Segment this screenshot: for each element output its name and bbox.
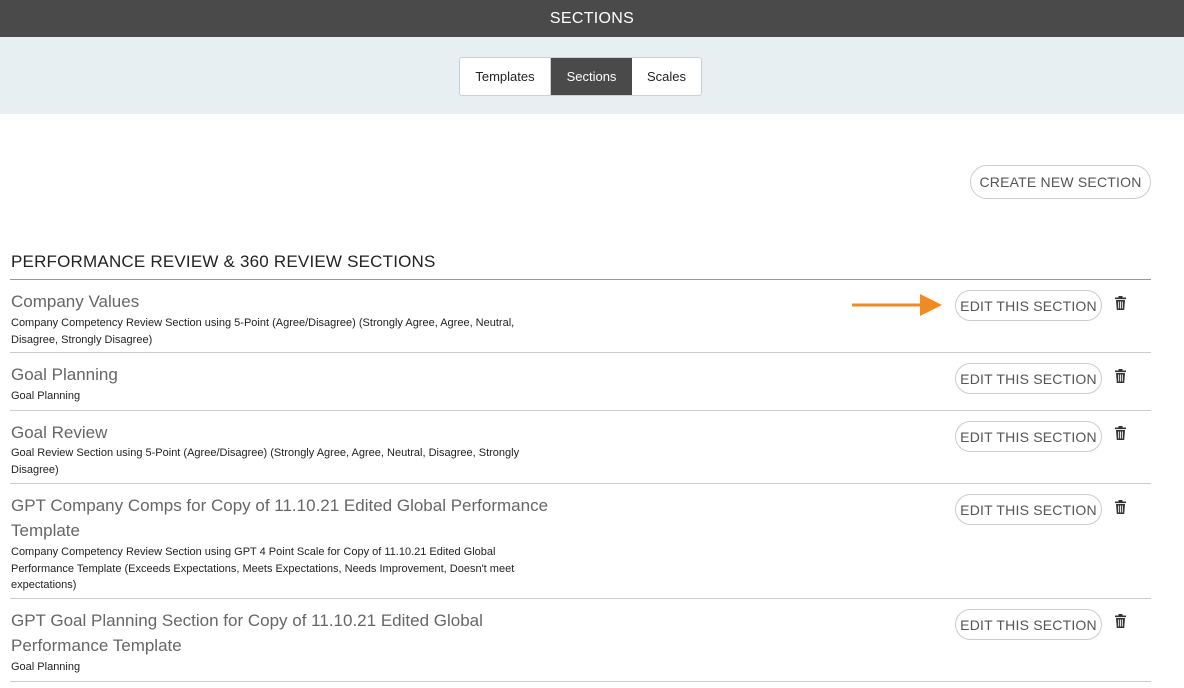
section-title: Goal Planning	[11, 365, 118, 384]
section-row: Company Values Company Competency Review…	[10, 280, 1151, 353]
trash-icon[interactable]	[1115, 426, 1126, 440]
sections-heading: PERFORMANCE REVIEW & 360 REVIEW SECTIONS	[11, 252, 436, 271]
tab-band: Templates Sections Scales	[0, 37, 1184, 114]
section-description: Company Competency Review Section using …	[11, 546, 515, 591]
edit-section-button[interactable]: EDIT THIS SECTION	[955, 363, 1102, 394]
section-description: Goal Planning	[11, 661, 81, 673]
edit-section-button[interactable]: EDIT THIS SECTION	[955, 609, 1102, 640]
section-description: Company Competency Review Section using …	[11, 317, 515, 346]
section-description: Goal Planning	[11, 390, 81, 402]
trash-icon[interactable]	[1115, 369, 1126, 383]
section-row: GPT Company Comps for Copy of 11.10.21 E…	[10, 484, 1151, 599]
section-title: Goal Review	[11, 423, 108, 442]
section-title: GPT Goal Planning Section for Copy of 11…	[11, 611, 483, 655]
section-title: GPT Company Comps for Copy of 11.10.21 E…	[11, 496, 549, 540]
section-row: Goal Planning Goal Planning EDIT THIS SE…	[10, 353, 1151, 411]
tab-scales[interactable]: Scales	[632, 58, 701, 95]
trash-icon[interactable]	[1115, 500, 1126, 514]
tab-sections[interactable]: Sections	[551, 58, 632, 95]
tab-templates[interactable]: Templates	[460, 58, 551, 95]
edit-section-button[interactable]: EDIT THIS SECTION	[955, 421, 1102, 452]
edit-section-button[interactable]: EDIT THIS SECTION	[955, 494, 1102, 525]
section-description: Goal Review Section using 5-Point (Agree…	[11, 447, 520, 476]
arrow-right-icon	[852, 294, 942, 316]
edit-section-button[interactable]: EDIT THIS SECTION	[955, 290, 1102, 321]
page-header: SECTIONS	[0, 0, 1184, 37]
tab-group: Templates Sections Scales	[459, 57, 702, 96]
page-title: SECTIONS	[549, 9, 635, 27]
trash-icon[interactable]	[1115, 296, 1126, 310]
create-new-section-button[interactable]: CREATE NEW SECTION	[970, 165, 1151, 199]
trash-icon[interactable]	[1115, 614, 1126, 628]
section-title: Company Values	[11, 292, 140, 311]
section-row: GPT Goal Planning Section for Copy of 11…	[10, 599, 1151, 682]
section-row: Goal Review Goal Review Section using 5-…	[10, 411, 1151, 484]
